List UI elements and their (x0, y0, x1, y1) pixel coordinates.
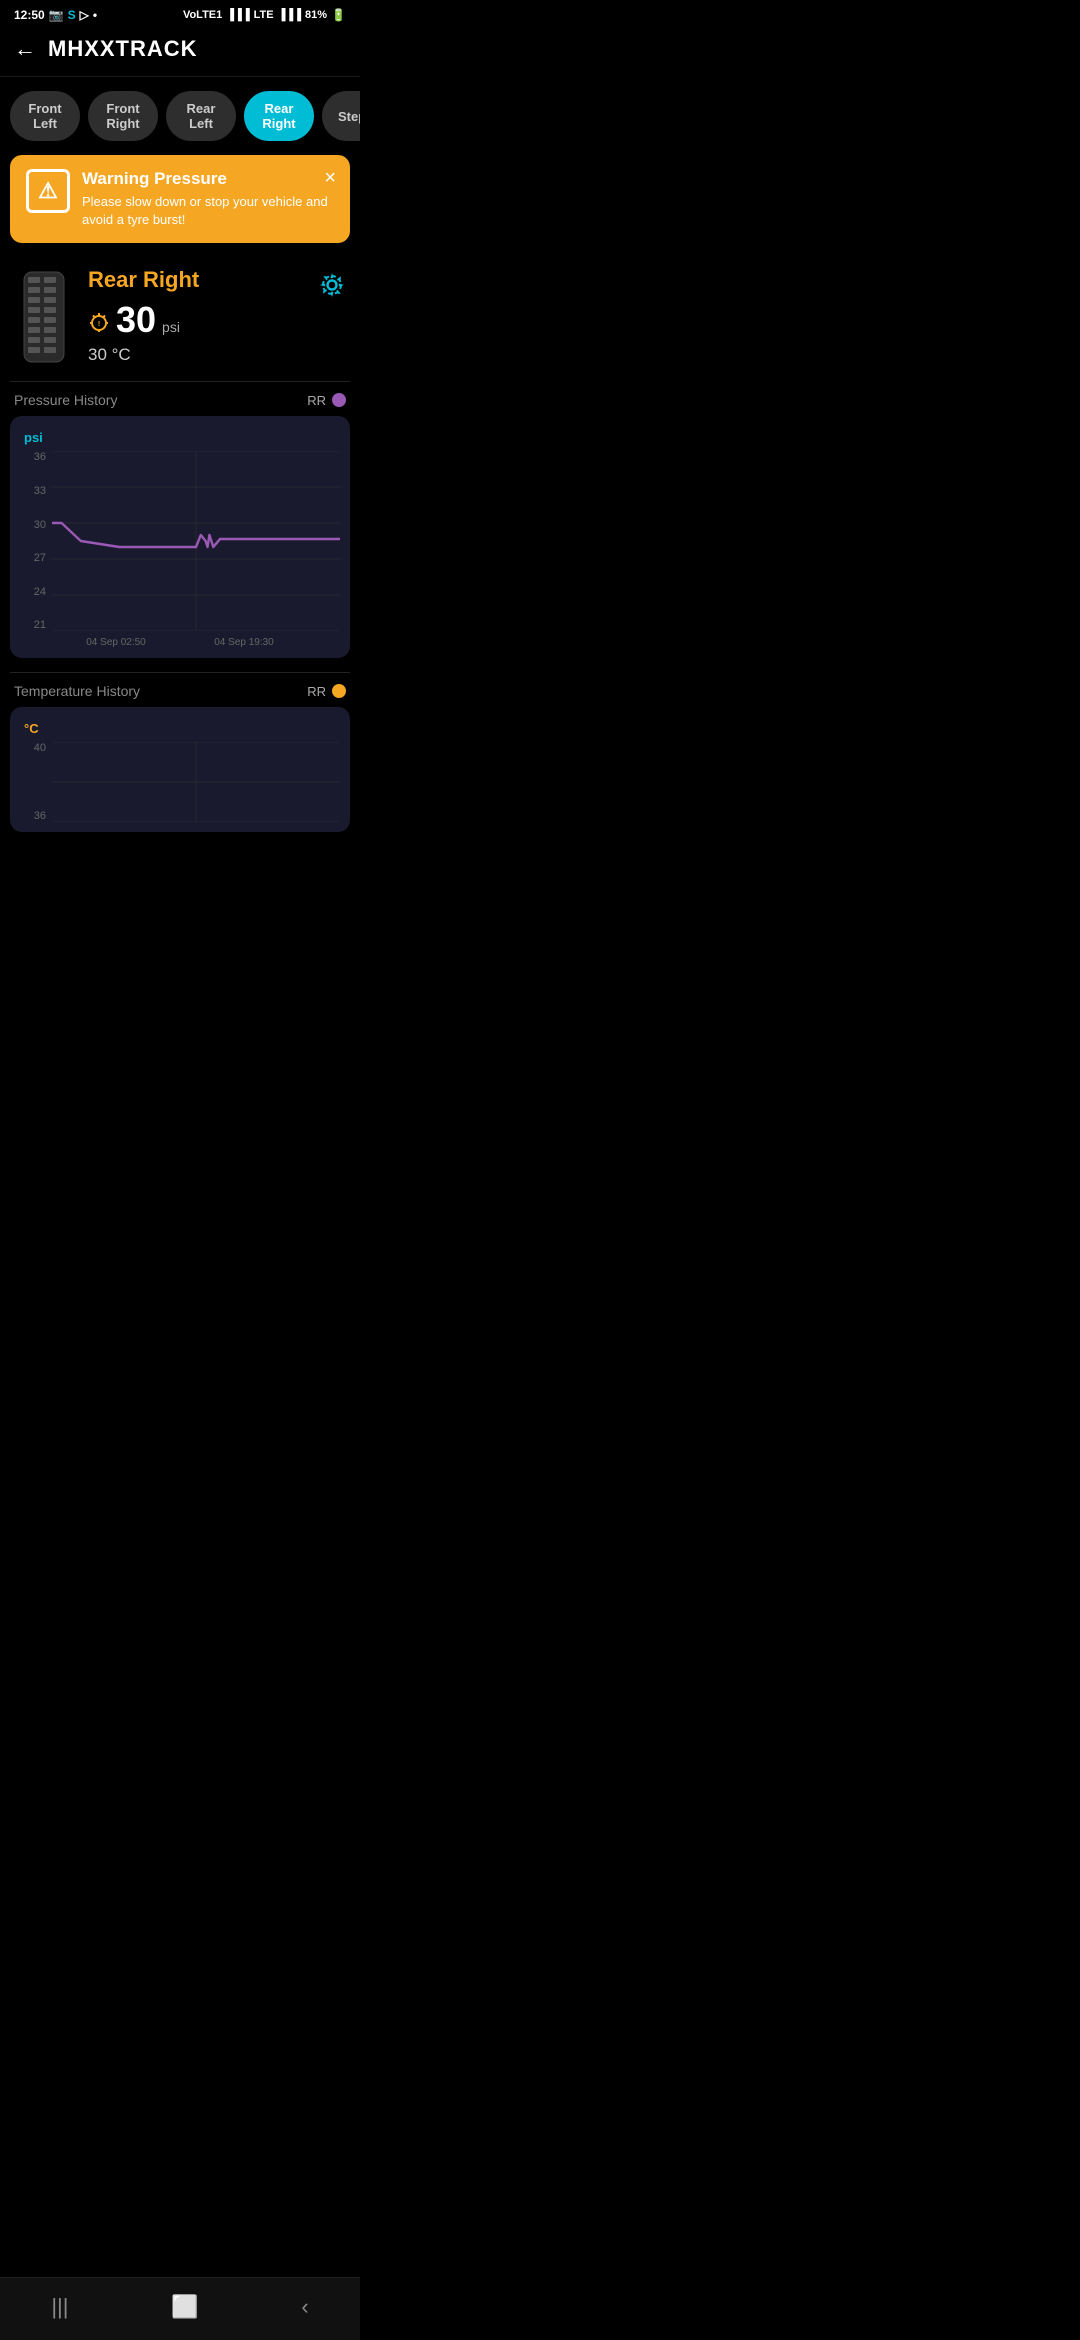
temperature-history-header: Temperature History RR (10, 683, 350, 707)
signal-label: VoLTE1 (183, 9, 222, 21)
divider-2 (10, 672, 350, 673)
svg-text:!: ! (98, 321, 100, 328)
tabs-container: FrontLeft FrontRight RearLeft RearRight … (0, 77, 360, 155)
settings-button[interactable] (318, 267, 346, 306)
pressure-history-section: Pressure History RR psi 36 33 30 27 24 2… (10, 392, 350, 658)
warning-text-block: Warning Pressure Please slow down or sto… (82, 169, 336, 229)
temperature-chart-area: 40 36 (20, 742, 340, 822)
pressure-x-labels: 04 Sep 02:50 04 Sep 19:30 (20, 631, 340, 648)
temperature-y-axis: 40 36 (20, 742, 50, 822)
warning-title: Warning Pressure (82, 169, 336, 189)
nav-home-button[interactable]: ⬜ (151, 2290, 218, 2324)
back-button[interactable]: ← (14, 36, 36, 62)
battery-icon: 🔋 (331, 8, 346, 22)
play-icon: ▷ (80, 8, 89, 22)
navigation-bar: ||| ⬜ ‹ (0, 2277, 360, 2340)
pressure-history-label: Pressure History (14, 392, 117, 408)
signal-bars-1: ▐▐▐ (226, 9, 249, 21)
s-icon: S (68, 8, 76, 22)
battery-percent: 81% (305, 9, 327, 21)
tire-temperature: 30 °C (88, 345, 304, 365)
x-label-start: 04 Sep 02:50 (86, 637, 146, 648)
warning-description: Please slow down or stop your vehicle an… (82, 193, 336, 229)
lte-label: LTE (254, 9, 274, 21)
temperature-history-legend: RR (307, 684, 346, 699)
tire-name: Rear Right (88, 267, 304, 293)
temperature-history-label: Temperature History (14, 683, 140, 699)
dot-icon: • (93, 8, 97, 22)
camera-icon: 📷 (49, 8, 64, 22)
temperature-legend-label: RR (307, 684, 326, 699)
time-display: 12:50 (14, 8, 45, 22)
pressure-value: 30 (116, 299, 156, 341)
temperature-history-section: Temperature History RR °C 40 36 (10, 683, 350, 832)
nav-back-button[interactable]: ‹ (281, 2290, 328, 2324)
tab-stepney[interactable]: Stepney (322, 91, 360, 141)
pressure-history-header: Pressure History RR (10, 392, 350, 416)
temperature-y-label: °C (20, 721, 340, 736)
y-label-30: 30 (34, 519, 46, 531)
tire-details: Rear Right ! 30 psi (88, 267, 304, 365)
warning-close-button[interactable]: × (324, 167, 336, 190)
status-right: VoLTE1 ▐▐▐ LTE ▐▐▐ 81% 🔋 (183, 8, 346, 22)
pressure-legend-dot (332, 393, 346, 407)
pressure-y-axis: 36 33 30 27 24 21 (20, 451, 50, 631)
pressure-legend-label: RR (307, 393, 326, 408)
pressure-unit: psi (162, 319, 180, 335)
pressure-icon: ! (88, 310, 110, 337)
warning-triangle-icon: ⚠ (26, 169, 70, 213)
pressure-y-label: psi (20, 430, 340, 445)
status-bar: 12:50 📷 S ▷ • VoLTE1 ▐▐▐ LTE ▐▐▐ 81% 🔋 (0, 0, 360, 26)
y-label-27: 27 (34, 552, 46, 564)
temperature-legend-dot (332, 684, 346, 698)
y-label-36: 36 (34, 451, 46, 463)
tab-front-left[interactable]: FrontLeft (10, 91, 80, 141)
tire-image (14, 267, 74, 367)
tab-rear-right[interactable]: RearRight (244, 91, 314, 141)
pressure-chart-svg-area (52, 451, 340, 631)
y-label-33: 33 (34, 485, 46, 497)
y-label-24: 24 (34, 586, 46, 598)
pressure-chart-area: 36 33 30 27 24 21 (20, 451, 340, 631)
temperature-chart-svg-area (52, 742, 340, 822)
status-left: 12:50 📷 S ▷ • (14, 8, 97, 22)
tire-pressure-row: ! 30 psi (88, 299, 304, 341)
pressure-history-legend: RR (307, 393, 346, 408)
pressure-chart-container: psi 36 33 30 27 24 21 (10, 416, 350, 658)
header: ← MHXXTRACK (0, 26, 360, 77)
tab-front-right[interactable]: FrontRight (88, 91, 158, 141)
x-label-end: 04 Sep 19:30 (214, 637, 274, 648)
temperature-chart-container: °C 40 36 (10, 707, 350, 832)
divider-1 (10, 381, 350, 382)
page-title: MHXXTRACK (48, 36, 198, 62)
nav-menu-button[interactable]: ||| (31, 2290, 88, 2324)
temp-y-label-40: 40 (34, 742, 46, 754)
signal-bars-2: ▐▐▐ (278, 9, 301, 21)
temp-y-label-36: 36 (34, 810, 46, 822)
tab-rear-left[interactable]: RearLeft (166, 91, 236, 141)
warning-banner: ⚠ Warning Pressure Please slow down or s… (10, 155, 350, 243)
y-label-21: 21 (34, 619, 46, 631)
tire-info-section: Rear Right ! 30 psi (0, 257, 360, 381)
